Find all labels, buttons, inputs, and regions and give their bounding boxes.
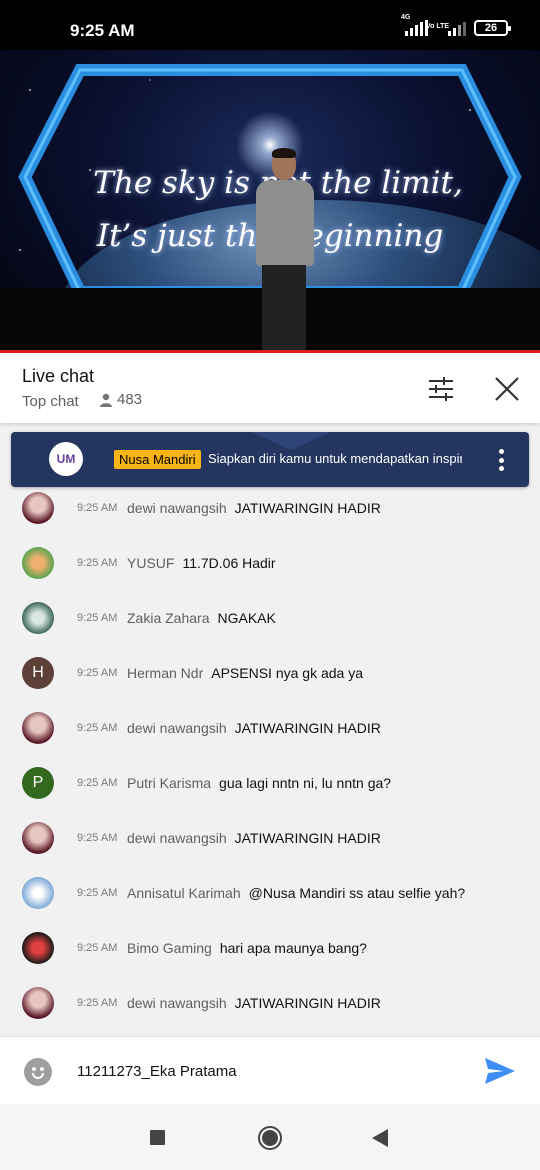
chat-mode-dropdown[interactable]: Top chat: [22, 393, 79, 410]
viewer-count: 483: [99, 391, 142, 408]
emoji-icon[interactable]: [24, 1058, 52, 1086]
chat-input-bar: 11211273_Eka Pratama: [0, 1036, 540, 1104]
owner-badge: Nusa Mandiri: [114, 450, 201, 469]
channel-avatar: UM: [49, 442, 83, 476]
recents-icon[interactable]: [150, 1130, 165, 1145]
video-player[interactable]: The sky is not the limit, It’s just the …: [0, 50, 540, 352]
sliders-icon: [429, 377, 453, 401]
author-name[interactable]: YUSUF: [127, 555, 174, 571]
more-options-icon[interactable]: [491, 447, 511, 473]
message-text: JATIWARINGIN HADIR: [234, 995, 381, 1011]
send-button[interactable]: [484, 1057, 516, 1090]
status-time: 9:25 AM: [70, 21, 135, 40]
chat-message: 9:25 AM dewi nawangsih JATIWARINGIN HADIR: [0, 983, 540, 1023]
avatar[interactable]: [22, 822, 54, 854]
author-name[interactable]: dewi nawangsih: [127, 720, 227, 736]
author-name[interactable]: dewi nawangsih: [127, 500, 227, 516]
status-bar: 9:25 AM 4G Vo LTE 26: [0, 0, 540, 50]
author-name[interactable]: Herman Ndr: [127, 665, 203, 681]
message-text: 11.7D.06 Hadir: [182, 555, 276, 571]
person-icon: [100, 393, 112, 407]
filter-settings-button[interactable]: [425, 373, 457, 405]
back-icon[interactable]: [372, 1129, 388, 1147]
message-text: JATIWARINGIN HADIR: [234, 830, 381, 846]
avatar[interactable]: H: [22, 657, 54, 689]
chat-message-list[interactable]: 9:25 AM dewi nawangsih JATIWARINGIN HADIR…: [0, 487, 540, 1034]
message-text: JATIWARINGIN HADIR: [234, 500, 381, 516]
author-name[interactable]: Zakia Zahara: [127, 610, 209, 626]
pinned-message-text: Siapkan diri kamu untuk mendapatkan insp…: [208, 451, 462, 466]
close-icon: [495, 377, 519, 401]
message-text: JATIWARINGIN HADIR: [234, 720, 381, 736]
avatar[interactable]: [22, 987, 54, 1019]
avatar[interactable]: [22, 547, 54, 579]
chat-message: 9:25 AM dewi nawangsih JATIWARINGIN HADIR: [0, 818, 540, 858]
chat-message: 9:25 AM Annisatul Karimah @Nusa Mandiri s…: [0, 873, 540, 913]
signal-icon: Vo LTE: [426, 20, 466, 36]
status-icons: 4G Vo LTE 26: [401, 14, 511, 36]
close-chat-button[interactable]: [491, 373, 523, 405]
chat-message: 9:25 AM Bimo Gaming hari apa maunya bang?: [0, 928, 540, 968]
home-icon[interactable]: [258, 1126, 282, 1150]
author-name[interactable]: Bimo Gaming: [127, 940, 212, 956]
author-name[interactable]: dewi nawangsih: [127, 830, 227, 846]
message-text: hari apa maunya bang?: [219, 940, 367, 956]
avatar[interactable]: [22, 712, 54, 744]
battery-icon: 26: [474, 20, 511, 36]
avatar[interactable]: [22, 932, 54, 964]
author-name[interactable]: Annisatul Karimah: [127, 885, 241, 901]
speaker-figure: [250, 148, 320, 352]
chat-message: 9:25 AM YUSUF 11.7D.06 Hadir: [0, 543, 540, 583]
chat-message: H 9:25 AM Herman Ndr APSENSI nya gk ada y…: [0, 653, 540, 693]
message-text: APSENSI nya gk ada ya: [211, 665, 364, 681]
message-text: @Nusa Mandiri ss atau selfie yah?: [248, 885, 466, 901]
system-nav-bar: [0, 1104, 540, 1170]
signal-icon: 4G: [401, 14, 428, 36]
chat-message: P 9:25 AM Putri Karisma gua lagi nntn ni,…: [0, 763, 540, 803]
chat-message: 9:25 AM dewi nawangsih JATIWARINGIN HADIR: [0, 488, 540, 528]
avatar[interactable]: [22, 492, 54, 524]
chat-message: 9:25 AM Zakia Zahara NGAKAK: [0, 598, 540, 638]
message-text: NGAKAK: [217, 610, 276, 626]
chat-header: Live chat Top chat 483: [0, 353, 540, 423]
chat-input-field[interactable]: 11211273_Eka Pratama: [77, 1063, 237, 1080]
chat-message: 9:25 AM dewi nawangsih JATIWARINGIN HADIR: [0, 708, 540, 748]
author-name[interactable]: dewi nawangsih: [127, 995, 227, 1011]
chat-title: Live chat: [22, 366, 95, 386]
author-name[interactable]: Putri Karisma: [127, 775, 211, 791]
avatar[interactable]: [22, 877, 54, 909]
pinned-message-banner[interactable]: UM Nusa Mandiri Siapkan diri kamu untuk …: [11, 432, 529, 487]
message-text: gua lagi nntn ni, lu nntn ga?: [219, 775, 392, 791]
avatar[interactable]: P: [22, 767, 54, 799]
send-icon: [485, 1058, 515, 1084]
avatar[interactable]: [22, 602, 54, 634]
